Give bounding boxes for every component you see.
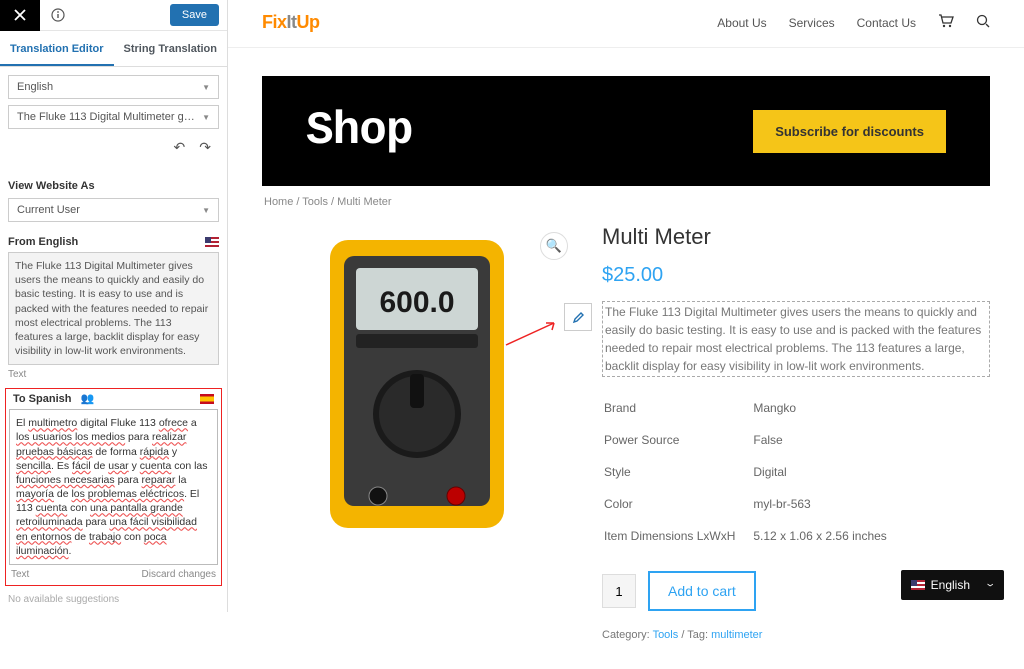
to-language-label: To Spanish xyxy=(13,393,71,405)
segment-select[interactable]: The Fluke 113 Digital Multimeter gives u… xyxy=(8,105,219,129)
subscribe-button[interactable]: Subscribe for discounts xyxy=(753,110,946,153)
flag-us-icon xyxy=(205,237,219,247)
translation-sidebar: Save Translation Editor String Translati… xyxy=(0,0,228,612)
banner-title: Shop xyxy=(306,105,412,157)
view-as-heading: View Website As xyxy=(0,174,227,196)
collaborators-icon[interactable]: 👥 xyxy=(81,393,95,405)
discard-changes-link[interactable]: Discard changes xyxy=(142,569,216,580)
view-as-select[interactable]: Current User▼ xyxy=(8,198,219,222)
table-row: Item Dimensions LxWxH5.12 x 1.06 x 2.56 … xyxy=(604,521,903,551)
target-highlight-box: To Spanish 👥 El multimetro digital Fluke… xyxy=(5,388,222,586)
zoom-icon[interactable]: 🔍 xyxy=(540,232,568,260)
no-suggestions-text: No available suggestions xyxy=(0,586,227,613)
product-title: Multi Meter xyxy=(602,224,990,250)
product-price: $25.00 xyxy=(602,264,990,287)
from-language-label: From English xyxy=(8,236,78,248)
prev-segment-icon[interactable]: ↶ xyxy=(174,139,186,156)
tab-string-translation[interactable]: String Translation xyxy=(114,31,228,66)
add-to-cart-button[interactable]: Add to cart xyxy=(648,571,756,611)
site-preview: FixItUp About Us Services Contact Us Shop … xyxy=(228,0,1024,612)
translation-textarea[interactable]: El multimetro digital Fluke 113 ofrece a… xyxy=(9,409,218,565)
flag-us-icon xyxy=(911,580,925,590)
nav-link[interactable]: About Us xyxy=(717,16,766,30)
category-link[interactable]: Tools xyxy=(653,629,679,641)
language-switcher-label: English xyxy=(931,578,970,592)
product-image[interactable]: 600.0 xyxy=(322,234,512,534)
shop-banner: Shop Subscribe for discounts xyxy=(262,76,990,186)
language-select[interactable]: English▼ xyxy=(8,75,219,99)
nav-link[interactable]: Contact Us xyxy=(857,16,916,30)
product-attributes-table: BrandMangkoPower SourceFalseStyleDigital… xyxy=(602,391,905,553)
table-row: StyleDigital xyxy=(604,457,903,487)
tab-translation-editor[interactable]: Translation Editor xyxy=(0,31,114,66)
product-description[interactable]: The Fluke 113 Digital Multimeter gives u… xyxy=(602,301,990,377)
view-as-value: Current User xyxy=(17,204,80,216)
table-row: Power SourceFalse xyxy=(604,425,903,455)
source-type-label: Text xyxy=(0,369,227,388)
quantity-input[interactable] xyxy=(602,574,636,608)
callout-arrow-icon xyxy=(504,319,562,349)
svg-text:600.0: 600.0 xyxy=(379,286,454,319)
source-text: The Fluke 113 Digital Multimeter gives u… xyxy=(8,252,219,365)
info-icon[interactable] xyxy=(40,8,76,22)
tag-link[interactable]: multimeter xyxy=(711,629,762,641)
search-icon[interactable] xyxy=(976,14,990,31)
site-logo[interactable]: FixItUp xyxy=(262,12,320,33)
language-select-value: English xyxy=(17,81,53,93)
edit-translation-button[interactable] xyxy=(564,303,592,331)
table-row: BrandMangko xyxy=(604,393,903,423)
breadcrumb[interactable]: Home / Tools / Multi Meter xyxy=(262,186,990,218)
product-meta: Category: Tools / Tag: multimeter xyxy=(602,629,990,641)
cart-icon[interactable] xyxy=(938,14,954,31)
save-button[interactable]: Save xyxy=(170,4,219,26)
close-button[interactable] xyxy=(0,0,40,31)
next-segment-icon[interactable]: ↷ xyxy=(199,139,211,156)
table-row: Colormyl-br-563 xyxy=(604,489,903,519)
language-switcher[interactable]: English xyxy=(901,570,1004,600)
segment-select-value: The Fluke 113 Digital Multimeter gives u… xyxy=(17,111,197,123)
target-type-label: Text xyxy=(11,569,29,580)
nav-link[interactable]: Services xyxy=(789,16,835,30)
flag-es-icon xyxy=(200,394,214,404)
